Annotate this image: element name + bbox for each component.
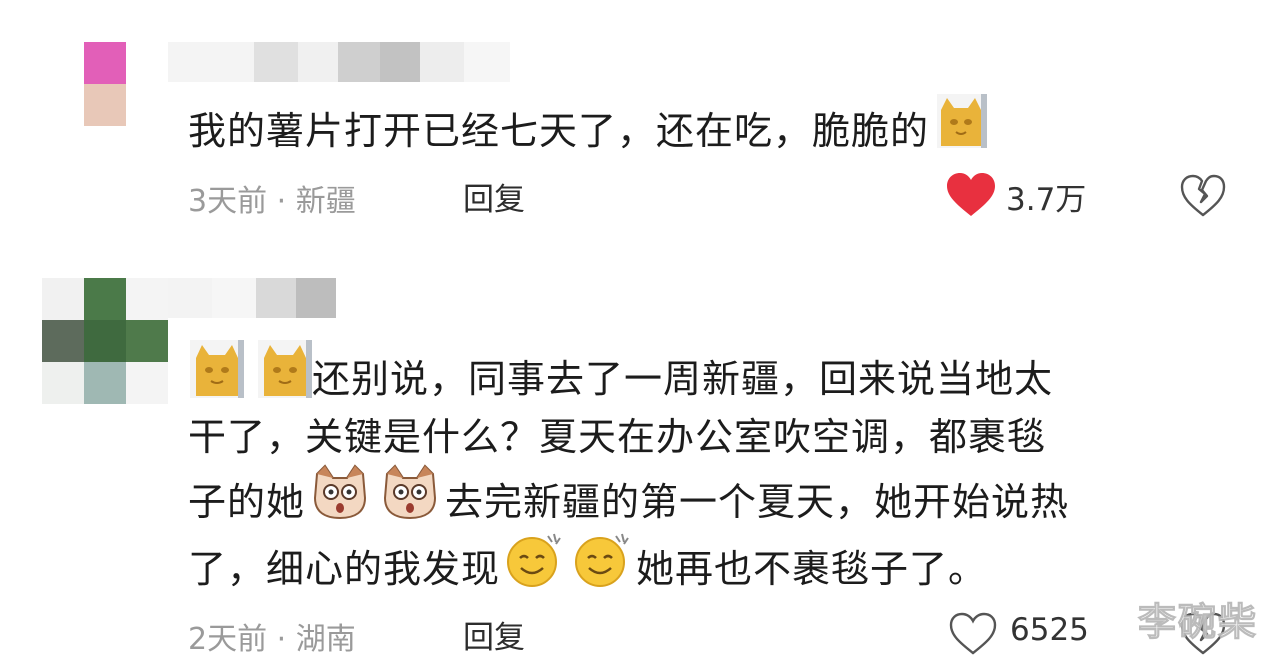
reply-button[interactable]: 回复 bbox=[463, 612, 525, 657]
avatar[interactable] bbox=[84, 42, 126, 126]
heart-outline-icon bbox=[948, 612, 998, 660]
heart-filled-icon bbox=[946, 172, 996, 222]
comment-text-content: 还别说，同事去了一周新疆，回来说当地太 bbox=[312, 357, 1054, 401]
smile-sweat-emoji-icon bbox=[504, 530, 564, 605]
username-blurred[interactable] bbox=[168, 42, 510, 82]
comment-time: 2天前 bbox=[188, 622, 268, 657]
like-count: 3.7万 bbox=[1006, 182, 1087, 218]
comment-location: 湖南 bbox=[295, 622, 356, 657]
like-button[interactable]: 3.7万 bbox=[946, 170, 1106, 220]
comment-time: 3天前 bbox=[188, 184, 268, 219]
comment-text-content: 干了，关键是什么？夏天在办公室吹空调，都裹毯 bbox=[188, 415, 1047, 459]
comment-text: 我的薯片打开已经七天了，还在吃，脆脆的 bbox=[188, 94, 988, 169]
comment-meta: 3天前 · 新疆 bbox=[188, 176, 356, 220]
cat-emoji-icon bbox=[937, 94, 988, 165]
comment-text-content: 子的她 bbox=[188, 480, 306, 524]
like-button[interactable]: 6525 bbox=[948, 608, 1108, 658]
meta-separator: · bbox=[276, 184, 287, 219]
broken-heart-icon[interactable] bbox=[1180, 174, 1226, 222]
reply-button[interactable]: 回复 bbox=[463, 174, 525, 219]
comment-text-content: 了，细心的我发现 bbox=[188, 547, 501, 591]
smile-sweat-emoji-icon bbox=[572, 530, 632, 605]
username-blurred[interactable] bbox=[168, 278, 336, 318]
like-count: 6525 bbox=[1010, 612, 1089, 648]
shocked-dog-emoji-icon bbox=[311, 464, 369, 537]
comment-meta: 2天前 · 湖南 bbox=[188, 614, 356, 658]
comment-text-content: 我的薯片打开已经七天了，还在吃，脆脆的 bbox=[188, 109, 930, 153]
comment-location: 新疆 bbox=[295, 184, 356, 219]
cat-emoji-icon bbox=[190, 340, 244, 415]
comment-text-line-2: 干了，关键是什么？夏天在办公室吹空调，都裹毯 bbox=[188, 407, 1046, 467]
meta-separator: · bbox=[276, 622, 287, 657]
shocked-dog-emoji-icon bbox=[381, 464, 439, 537]
comment-text-content: 去完新疆的第一个夏天，她开始说热 bbox=[445, 480, 1070, 524]
comment-text-content: 她再也不裹毯子了。 bbox=[636, 547, 988, 591]
comment-text-line-4: 了，细心的我发现 她再也不裹毯子了。 bbox=[188, 533, 988, 609]
cat-emoji-icon bbox=[258, 340, 312, 415]
avatar[interactable] bbox=[42, 278, 168, 404]
watermark: 李碗柴 bbox=[1137, 600, 1258, 645]
